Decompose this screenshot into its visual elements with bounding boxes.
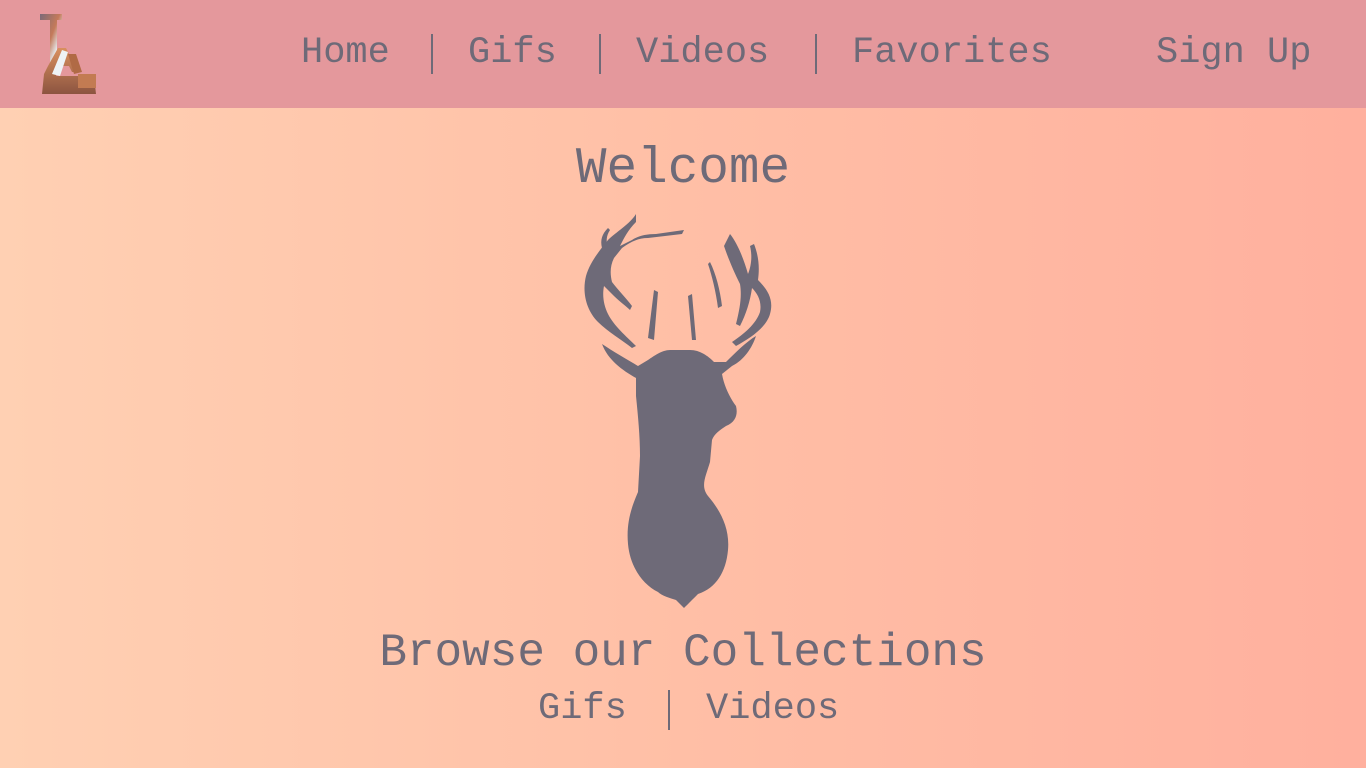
browse-collections-heading: Browse our Collections [379,627,987,679]
nav-separator [431,34,433,74]
top-navigation-bar: Home Gifs Videos Favorites Sign Up [0,0,1366,108]
nav-videos-link[interactable]: Videos [636,28,769,78]
nav-home-link[interactable]: Home [301,28,390,78]
nav-separator [599,34,601,74]
collection-gifs-link[interactable]: Gifs [538,686,627,732]
welcome-heading: Welcome [575,141,791,198]
collection-videos-link[interactable]: Videos [706,686,839,732]
nav-favorites-link[interactable]: Favorites [852,28,1052,78]
deer-head-icon [584,214,772,608]
nav-signup-link[interactable]: Sign Up [1156,28,1311,78]
nav-separator [815,34,817,74]
main-nav: Home Gifs Videos Favorites Sign Up [0,28,1366,78]
collection-separator [668,690,670,730]
collection-links: Gifs Videos [0,686,1366,732]
nav-gifs-link[interactable]: Gifs [468,28,557,78]
